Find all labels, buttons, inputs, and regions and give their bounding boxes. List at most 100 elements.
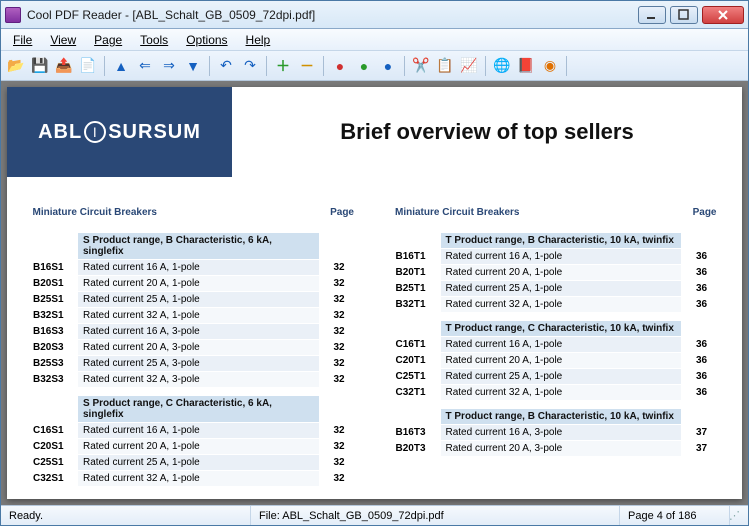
row-code: B32T1 [390,296,440,312]
row-page: 37 [682,440,722,456]
row-desc: Rated current 25 A, 1-pole [440,280,682,296]
menu-tools[interactable]: Tools [132,31,176,49]
row-page: 32 [319,291,359,307]
menu-options[interactable]: Options [178,31,235,49]
close-button[interactable] [702,6,744,24]
gear-icon: ◉ [544,57,556,74]
row-page: 36 [682,368,722,384]
scissors-icon: ✂️ [412,57,429,74]
row-page: 32 [319,371,359,387]
doc-title: Brief overview of top sellers [232,119,742,145]
table-row: B20S1Rated current 20 A, 1-pole32 [28,275,360,291]
row-code: C16S1 [28,422,78,438]
row-page: 32 [319,355,359,371]
zoom-in-button[interactable]: ＋ [272,55,294,77]
close-icon [715,7,731,23]
row-code: B32S3 [28,371,78,387]
row-code: C32S1 [28,470,78,486]
row-desc: Rated current 25 A, 1-pole [78,291,320,307]
status-page: Page 4 of 186 [620,506,730,525]
rotate-ccw-button[interactable]: ↶ [215,55,237,77]
minus-icon: － [300,56,314,76]
row-code: B16T1 [390,248,440,264]
rotate-cw-icon: ↷ [244,57,256,74]
row-desc: Rated current 32 A, 1-pole [440,296,682,312]
export-button[interactable]: 📤 [53,55,75,77]
row-code: C20S1 [28,438,78,454]
book-button[interactable]: 📕 [515,55,537,77]
triangle-up-icon: ▲ [114,58,128,74]
chart-icon: 📈 [460,57,477,74]
resize-grip[interactable]: ⋰ [730,506,748,525]
right-column: Miniature Circuit BreakersPage T Product … [390,205,723,494]
table-row: B32T1Rated current 32 A, 1-pole36 [390,296,722,312]
row-desc: Rated current 32 A, 1-pole [440,384,682,400]
table-page-label: Page [319,205,359,224]
row-page: 36 [682,336,722,352]
menu-view[interactable]: View [42,31,84,49]
table-row: B20T1Rated current 20 A, 1-pole36 [390,264,722,280]
maximize-button[interactable] [670,6,698,24]
pdf-page: ABL | SURSUM Brief overview of top selle… [7,87,742,499]
content-area[interactable]: ABL | SURSUM Brief overview of top selle… [1,81,748,505]
row-code: B32S1 [28,307,78,323]
triangle-down-icon: ▼ [186,58,200,74]
row-page: 32 [319,339,359,355]
row-page: 37 [682,424,722,440]
menu-file[interactable]: File [5,31,40,49]
table-heading: Miniature Circuit Breakers [390,205,682,224]
maximize-icon [676,7,692,23]
fit-green-button[interactable]: ● [353,55,375,77]
app-window: Cool PDF Reader - [ABL_Schalt_GB_0509_72… [0,0,749,526]
circle-green-icon: ● [360,58,368,74]
save-button[interactable]: 💾 [29,55,51,77]
row-desc: Rated current 32 A, 3-pole [78,371,320,387]
print-button[interactable]: 📄 [77,55,99,77]
arrow-left-icon: ⇐ [139,57,151,74]
row-page: 32 [319,422,359,438]
table-page-label: Page [682,205,722,224]
row-desc: Rated current 25 A, 3-pole [78,355,320,371]
prev-page-button[interactable]: ⇐ [134,55,156,77]
right-table: Miniature Circuit BreakersPage T Product … [390,205,723,464]
clipboard-icon: 📋 [436,57,453,74]
table-heading: Miniature Circuit Breakers [28,205,320,224]
copy-button[interactable]: 📋 [434,55,456,77]
row-code: B20T3 [390,440,440,456]
minimize-button[interactable] [638,6,666,24]
next-page-button[interactable]: ⇒ [158,55,180,77]
row-code: C25T1 [390,368,440,384]
circle-blue-icon: ● [384,58,392,74]
minimize-icon [644,7,660,23]
table-row: B16S3Rated current 16 A, 3-pole32 [28,323,360,339]
menu-help[interactable]: Help [238,31,279,49]
rotate-cw-button[interactable]: ↷ [239,55,261,77]
folder-open-icon: 📂 [7,57,24,74]
open-button[interactable]: 📂 [5,55,27,77]
cut-button[interactable]: ✂️ [410,55,432,77]
table-row: C16T1Rated current 16 A, 1-pole36 [390,336,722,352]
titlebar[interactable]: Cool PDF Reader - [ABL_Schalt_GB_0509_72… [1,1,748,29]
row-code: B20S1 [28,275,78,291]
table-row: C20T1Rated current 20 A, 1-pole36 [390,352,722,368]
zoom-out-button[interactable]: － [296,55,318,77]
row-page: 32 [319,259,359,275]
settings-button[interactable]: ◉ [539,55,561,77]
row-code: B25S1 [28,291,78,307]
range-desc: T Product range, B Characteristic, 10 kA… [440,408,682,424]
globe-button[interactable]: 🌐 [491,55,513,77]
row-page: 36 [682,264,722,280]
table-row: B20T3Rated current 20 A, 3-pole37 [390,440,722,456]
status-file: File: ABL_Schalt_GB_0509_72dpi.pdf [251,506,620,525]
last-page-button[interactable]: ▼ [182,55,204,77]
fit-blue-button[interactable]: ● [377,55,399,77]
row-desc: Rated current 16 A, 1-pole [78,422,320,438]
table-row: B32S3Rated current 32 A, 3-pole32 [28,371,360,387]
table-row: B25S3Rated current 25 A, 3-pole32 [28,355,360,371]
menu-page[interactable]: Page [86,31,130,49]
chart-button[interactable]: 📈 [458,55,480,77]
row-desc: Rated current 16 A, 1-pole [440,248,682,264]
first-page-button[interactable]: ▲ [110,55,132,77]
row-code: B16S1 [28,259,78,275]
fit-red-button[interactable]: ● [329,55,351,77]
